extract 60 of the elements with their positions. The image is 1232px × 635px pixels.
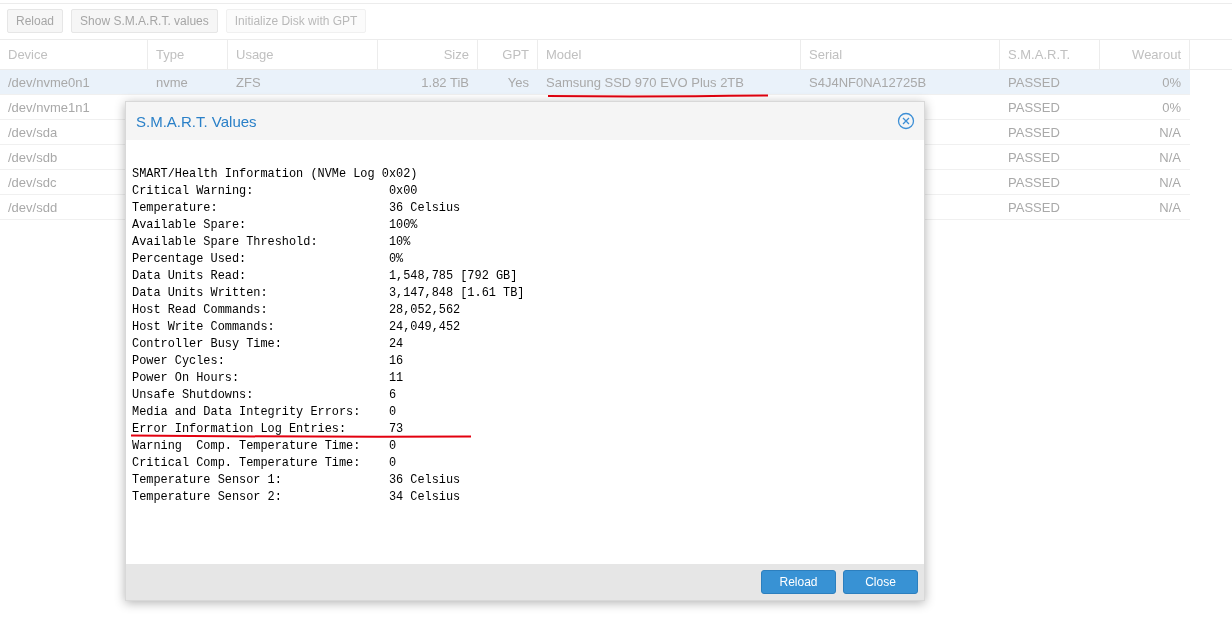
smart-output-line: Media and Data Integrity Errors: 0 xyxy=(132,405,396,419)
smart-output-line: Controller Busy Time: 24 xyxy=(132,337,404,351)
smart-output-line: Percentage Used: 0% xyxy=(132,252,404,266)
table-cell: 0% xyxy=(1162,74,1181,90)
toolbar-button[interactable]: Show S.M.A.R.T. values xyxy=(71,9,218,33)
column-header[interactable]: Usage xyxy=(228,40,378,69)
table-cell: PASSED xyxy=(1008,99,1060,115)
table-cell: 0% xyxy=(1162,99,1181,115)
smart-output-line: SMART/Health Information (NVMe Log 0x02) xyxy=(132,167,418,181)
column-header[interactable]: Device xyxy=(0,40,148,69)
column-header[interactable]: Size xyxy=(378,40,478,69)
smart-output-line: Temperature: 36 Celsius xyxy=(132,201,461,215)
table-cell: PASSED xyxy=(1008,124,1060,140)
smart-output-line: Power Cycles: 16 xyxy=(132,354,404,368)
smart-output-line: Temperature Sensor 1: 36 Celsius xyxy=(132,473,461,487)
table-cell: /dev/nvme0n1 xyxy=(8,74,90,90)
column-header[interactable]: Model xyxy=(538,40,801,69)
table-cell: S4J4NF0NA12725B xyxy=(809,74,927,90)
table-cell: /dev/sdd xyxy=(8,199,58,215)
table-row[interactable]: /dev/nvme0n1 nvme ZFS 1.82 TiB Yes Samsung SSD 970 EVO Plus 2TB S4J4NF0NA12725B PASSED 0% xyxy=(0,70,1190,95)
table-cell: PASSED xyxy=(1008,199,1060,215)
column-header[interactable]: GPT xyxy=(478,40,538,69)
smart-output-line: Warning Comp. Temperature Time: 0 xyxy=(132,439,396,453)
smart-output-line: Critical Comp. Temperature Time: 0 xyxy=(132,456,396,470)
smart-output-line: Available Spare Threshold: 10% xyxy=(132,235,411,249)
table-cell: PASSED xyxy=(1008,74,1060,90)
table-cell: N/A xyxy=(1159,199,1181,215)
table-cell: Yes xyxy=(507,74,529,90)
toolbar-button[interactable]: Reload xyxy=(7,9,64,33)
smart-output-line: Critical Warning: 0x00 xyxy=(132,184,418,198)
smart-output-line: Temperature Sensor 2: 34 Celsius xyxy=(132,490,461,504)
dialog-button[interactable]: Close xyxy=(843,570,918,594)
table-cell: N/A xyxy=(1159,149,1181,165)
smart-output-line: Error Information Log Entries: 73 xyxy=(132,422,404,436)
table-cell: /dev/nvme1n1 xyxy=(8,99,90,115)
smart-output-line: Data Units Written: 3,147,848 [1.61 TB] xyxy=(132,286,525,300)
column-header[interactable]: Serial xyxy=(801,40,1000,69)
table-cell: PASSED xyxy=(1008,149,1060,165)
table-cell: 1.82 TiB xyxy=(421,74,469,90)
table-cell: N/A xyxy=(1159,124,1181,140)
table-cell: Samsung SSD 970 EVO Plus 2TB xyxy=(546,74,744,90)
close-icon[interactable] xyxy=(897,112,915,130)
column-header[interactable]: S.M.A.R.T. xyxy=(1000,40,1100,69)
smart-output-line: Host Write Commands: 24,049,452 xyxy=(132,320,461,334)
table-cell: /dev/sdc xyxy=(8,174,57,190)
table-cell: nvme xyxy=(156,74,188,90)
column-header[interactable]: Wearout xyxy=(1100,40,1190,69)
table-cell: /dev/sdb xyxy=(8,149,58,165)
table-cell: /dev/sda xyxy=(8,124,58,140)
table-cell: N/A xyxy=(1159,174,1181,190)
table-cell: ZFS xyxy=(236,74,261,90)
dialog-button[interactable]: Reload xyxy=(761,570,836,594)
smart-output-line: Available Spare: 100% xyxy=(132,218,418,232)
smart-output-line: Host Read Commands: 28,052,562 xyxy=(132,303,461,317)
smart-output-line: Power On Hours: 11 xyxy=(132,371,404,385)
smart-output-line: Data Units Read: 1,548,785 [792 GB] xyxy=(132,269,518,283)
column-header[interactable]: Type xyxy=(148,40,228,69)
smart-output-line: Unsafe Shutdowns: 6 xyxy=(132,388,396,402)
dialog-title: S.M.A.R.T. Values xyxy=(136,112,257,130)
table-cell: PASSED xyxy=(1008,174,1060,190)
